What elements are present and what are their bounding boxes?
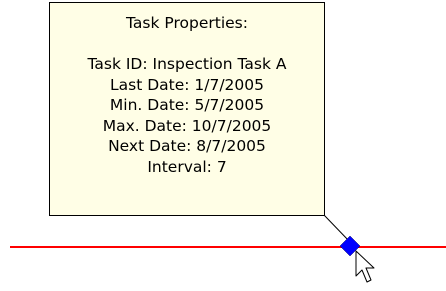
max-date-text: Max. Date: 10/7/2005 bbox=[102, 116, 272, 135]
task-properties-tooltip: Task Properties: Task ID: Inspection Tas… bbox=[49, 2, 325, 216]
min-date-text: Min. Date: 5/7/2005 bbox=[109, 96, 265, 114]
tooltip-title: Task Properties: bbox=[126, 14, 248, 32]
last-date-text: Last Date: 1/7/2005 bbox=[109, 75, 265, 94]
interval-text: Interval: 7 bbox=[147, 157, 227, 176]
task-id-text: Task ID: Inspection Task A bbox=[87, 55, 287, 73]
arrow-pointer-cursor-icon bbox=[355, 250, 375, 283]
next-date-text: Next Date: 8/7/2005 bbox=[108, 137, 266, 155]
tooltip-leader-line bbox=[323, 214, 351, 243]
